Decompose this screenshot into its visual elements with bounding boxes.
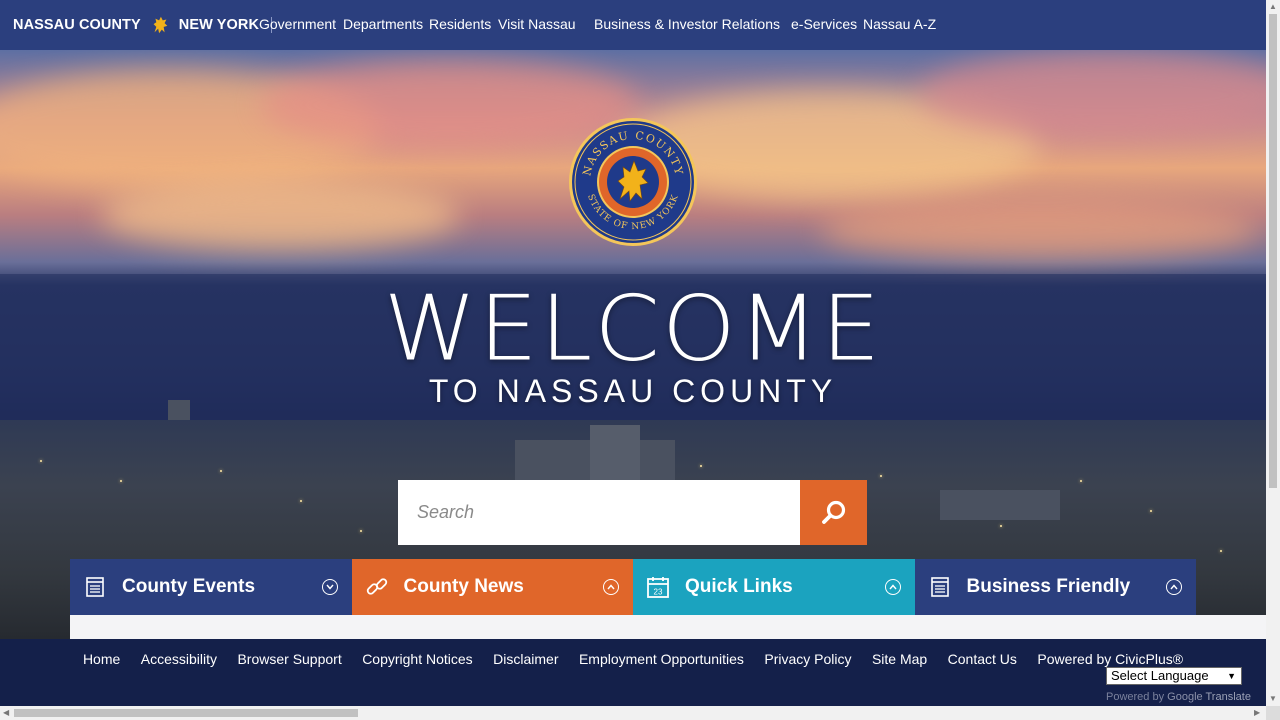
footer-link-copyright-notices[interactable]: Copyright Notices bbox=[362, 651, 473, 667]
footer-link-privacy-policy[interactable]: Privacy Policy bbox=[764, 651, 851, 667]
city-light bbox=[880, 475, 882, 477]
dropdown-arrow-icon: ▼ bbox=[1227, 671, 1236, 681]
scrollbar-corner bbox=[1266, 706, 1280, 720]
city-light bbox=[360, 530, 362, 532]
search-button[interactable] bbox=[800, 480, 867, 545]
nav-residents[interactable]: Residents bbox=[429, 16, 491, 32]
city-light bbox=[1220, 550, 1222, 552]
lion-icon bbox=[153, 16, 168, 34]
document-icon bbox=[928, 575, 952, 599]
tile-county-events[interactable]: County Events bbox=[70, 559, 352, 615]
city-light bbox=[220, 470, 222, 472]
county-seal-logo: NASSAU COUNTY STATE OF NEW YORK bbox=[569, 118, 697, 246]
scroll-down-arrow-icon[interactable]: ▼ bbox=[1269, 694, 1277, 703]
language-select[interactable]: Select Language ▼ bbox=[1106, 667, 1242, 685]
chevron-down-icon[interactable] bbox=[321, 579, 338, 595]
nav-business-investor-relations[interactable]: Business & Investor Relations bbox=[594, 16, 780, 32]
search-input[interactable] bbox=[398, 480, 800, 545]
footer-link-civicplus[interactable]: Powered by CivicPlus® bbox=[1037, 651, 1183, 667]
tile-label: Quick Links bbox=[685, 576, 793, 597]
brand-state-name: NEW YORK bbox=[178, 17, 260, 33]
tile-county-news[interactable]: County News bbox=[351, 559, 633, 615]
svg-text:23: 23 bbox=[654, 588, 663, 597]
horizontal-scrollbar[interactable]: ◀ ▶ bbox=[0, 706, 1266, 720]
building bbox=[940, 490, 1060, 520]
county-brand-logo[interactable]: NASSAU COUNTY NEW YORK bbox=[0, 14, 284, 36]
nav-departments[interactable]: Departments bbox=[343, 16, 423, 32]
link-icon bbox=[365, 575, 389, 599]
tile-content-strip bbox=[70, 615, 1266, 639]
brand-county-name: NASSAU COUNTY bbox=[13, 17, 141, 33]
city-light bbox=[1150, 510, 1152, 512]
building bbox=[590, 425, 640, 480]
footer-link-employment[interactable]: Employment Opportunities bbox=[579, 651, 744, 667]
chevron-up-icon[interactable] bbox=[603, 579, 619, 595]
footer-link-contact-us[interactable]: Contact Us bbox=[948, 651, 1017, 667]
scroll-up-arrow-icon[interactable]: ▲ bbox=[1269, 2, 1277, 11]
city-light bbox=[1080, 480, 1082, 482]
city-light bbox=[700, 465, 702, 467]
tile-quick-links[interactable]: 23 Quick Links bbox=[633, 559, 915, 615]
calendar-list-icon bbox=[83, 575, 107, 599]
chevron-up-icon[interactable] bbox=[1166, 579, 1182, 595]
feature-tiles: County Events County News 23 Quick Links bbox=[70, 559, 1196, 615]
hero-banner: NASSAU COUNTY STATE OF NEW YORK WELCOME … bbox=[0, 50, 1266, 639]
nav-government[interactable]: Government bbox=[259, 16, 336, 32]
language-select-value: Select Language bbox=[1111, 668, 1209, 683]
nav-visit-nassau[interactable]: Visit Nassau bbox=[498, 16, 576, 32]
vertical-scrollbar[interactable]: ▲ ▼ bbox=[1266, 0, 1280, 706]
city-light bbox=[1000, 525, 1002, 527]
city-light bbox=[300, 500, 302, 502]
sky-cloud bbox=[100, 180, 460, 250]
city-light bbox=[120, 480, 122, 482]
powered-by-text: Powered by bbox=[1106, 691, 1165, 703]
welcome-heading: WELCOME bbox=[383, 277, 883, 382]
city-light bbox=[40, 460, 42, 462]
calendar-23-icon: 23 bbox=[646, 575, 670, 599]
footer-links: Home Accessibility Browser Support Copyr… bbox=[0, 651, 1266, 669]
footer-link-disclaimer[interactable]: Disclaimer bbox=[493, 651, 558, 667]
tile-label: County Events bbox=[122, 576, 256, 597]
footer-link-browser-support[interactable]: Browser Support bbox=[237, 651, 341, 667]
footer-link-accessibility[interactable]: Accessibility bbox=[141, 651, 217, 667]
footer-link-home[interactable]: Home bbox=[83, 651, 120, 667]
tile-label: Business Friendly bbox=[966, 576, 1131, 597]
chevron-up-icon[interactable] bbox=[884, 579, 901, 595]
vertical-scroll-thumb[interactable] bbox=[1269, 14, 1277, 488]
footer-link-site-map[interactable]: Site Map bbox=[872, 651, 927, 667]
scroll-right-arrow-icon[interactable]: ▶ bbox=[1254, 708, 1260, 717]
translate-link[interactable]: Translate bbox=[1206, 691, 1251, 703]
scroll-left-arrow-icon[interactable]: ◀ bbox=[3, 708, 9, 717]
nav-nassau-a-z[interactable]: Nassau A-Z bbox=[863, 16, 936, 32]
nav-e-services[interactable]: e-Services bbox=[791, 16, 857, 32]
search-icon bbox=[821, 500, 845, 524]
horizontal-scroll-thumb[interactable] bbox=[14, 709, 358, 717]
google-logo: Google bbox=[1167, 691, 1203, 703]
tile-business-friendly[interactable]: Business Friendly bbox=[914, 559, 1196, 615]
google-translate-credit: Powered by Google Translate bbox=[1106, 691, 1251, 703]
tile-label: County News bbox=[403, 576, 524, 597]
top-navigation-bar: NASSAU COUNTY NEW YORK Government Depart… bbox=[0, 0, 1266, 50]
sky-cloud bbox=[820, 200, 1260, 260]
footer: Home Accessibility Browser Support Copyr… bbox=[0, 639, 1266, 706]
welcome-subheading: TO NASSAU COUNTY bbox=[428, 373, 838, 409]
